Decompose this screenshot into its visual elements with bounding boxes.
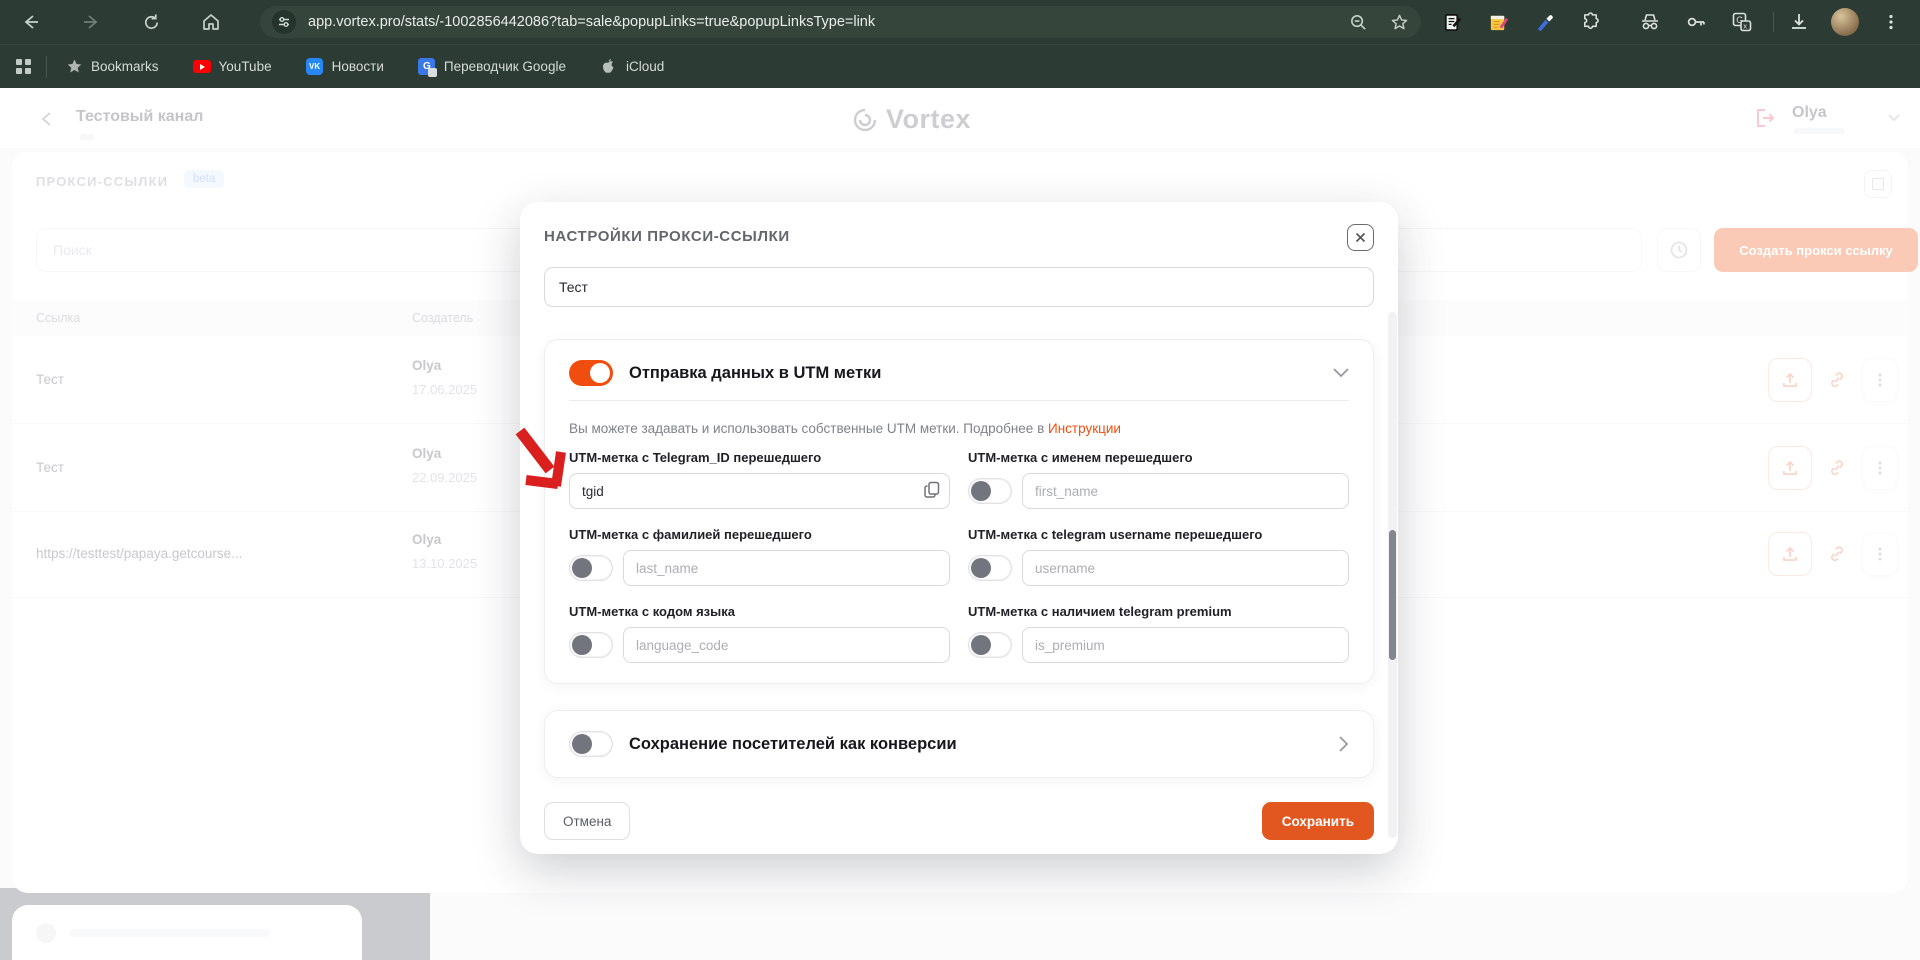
first-name-input[interactable] — [1022, 473, 1349, 509]
field-label: UTM-метка с кодом языка — [569, 604, 950, 619]
utm-field-first-name: UTM-метка с именем перешедшего — [968, 450, 1349, 509]
is-premium-input[interactable] — [1022, 627, 1349, 663]
extension-sticky-note-icon[interactable] — [1483, 7, 1513, 37]
utm-info-text: Вы можете задавать и использовать собств… — [569, 421, 1048, 436]
bookmark-star-icon[interactable] — [1390, 13, 1409, 32]
chevron-right-icon[interactable] — [1339, 736, 1349, 752]
downloads-icon[interactable] — [1784, 7, 1814, 37]
bookmarks-bar: Bookmarks YouTube VK Новости G Переводчи… — [0, 44, 1920, 88]
username-input[interactable] — [1022, 550, 1349, 586]
bookmark-label: Переводчик Google — [444, 59, 566, 74]
star-icon — [65, 58, 83, 76]
modal-scrollbar-thumb[interactable] — [1389, 530, 1396, 660]
utm-field-last-name: UTM-метка с фамилией перешедшего — [569, 527, 950, 586]
link-name-input[interactable] — [544, 267, 1374, 307]
field-label: UTM-метка с наличием telegram premium — [968, 604, 1349, 619]
bookmark-youtube[interactable]: YouTube — [193, 58, 272, 76]
utm-settings-card: Отправка данных в UTM метки Вы можете за… — [544, 339, 1374, 684]
site-settings-icon[interactable] — [272, 10, 296, 34]
utm-section-title: Отправка данных в UTM метки — [629, 364, 1317, 383]
field-label: UTM-метка с Telegram_ID перешедшего — [569, 450, 950, 465]
apps-grid-icon[interactable] — [14, 58, 32, 76]
utm-field-is-premium: UTM-метка с наличием telegram premium — [968, 604, 1349, 663]
username-toggle[interactable] — [968, 555, 1012, 581]
apple-icon — [600, 58, 618, 76]
back-icon[interactable] — [14, 5, 48, 39]
modal-scrollbar[interactable] — [1388, 312, 1397, 838]
bookmark-label: Новости — [332, 59, 384, 74]
is-premium-toggle[interactable] — [968, 632, 1012, 658]
bookmark-google-translate[interactable]: G Переводчик Google — [418, 58, 566, 76]
bookmarks-divider — [46, 56, 47, 78]
utm-field-username: UTM-метка с telegram username перешедшег… — [968, 527, 1349, 586]
save-button[interactable]: Сохранить — [1262, 802, 1374, 840]
chevron-down-icon[interactable] — [1333, 368, 1349, 378]
address-bar[interactable]: app.vortex.pro/stats/-1002856442086?tab=… — [260, 6, 1421, 38]
bookmark-label: iCloud — [626, 59, 664, 74]
reload-icon[interactable] — [134, 5, 168, 39]
url-text[interactable]: app.vortex.pro/stats/-1002856442086?tab=… — [308, 14, 1349, 30]
utm-field-language-code: UTM-метка с кодом языка — [569, 604, 950, 663]
conversion-card[interactable]: Сохранение посетителей как конверсии — [544, 710, 1374, 778]
copy-icon[interactable] — [924, 481, 940, 499]
field-label: UTM-метка с фамилией перешедшего — [569, 527, 950, 542]
conversion-section-title: Сохранение посетителей как конверсии — [629, 735, 1323, 754]
language-code-toggle[interactable] — [569, 632, 613, 658]
bookmark-bookmarks[interactable]: Bookmarks — [65, 58, 159, 76]
bookmark-label: Bookmarks — [91, 59, 159, 74]
browser-toolbar: app.vortex.pro/stats/-1002856442086?tab=… — [0, 0, 1920, 44]
modal-title: НАСТРОЙКИ ПРОКСИ-ССЫЛКИ — [544, 224, 790, 245]
incognito-icon[interactable] — [1635, 7, 1665, 37]
svg-text:x: x — [1743, 22, 1747, 31]
proxy-link-settings-modal: НАСТРОЙКИ ПРОКСИ-ССЫЛКИ Отправка данных … — [520, 202, 1398, 854]
instructions-link[interactable]: Инструкции — [1048, 421, 1121, 436]
password-key-icon[interactable] — [1681, 7, 1711, 37]
extension-notes-icon[interactable] — [1437, 7, 1467, 37]
section-divider — [569, 400, 1349, 401]
google-translate-icon: G — [418, 58, 436, 76]
cancel-button[interactable]: Отмена — [544, 802, 630, 840]
forward-icon[interactable] — [74, 5, 108, 39]
youtube-icon — [193, 58, 211, 76]
zoom-out-icon[interactable] — [1349, 13, 1368, 32]
bookmark-news[interactable]: VK Новости — [306, 58, 384, 76]
home-icon[interactable] — [194, 5, 228, 39]
profile-avatar[interactable] — [1830, 7, 1860, 37]
utm-field-tgid: UTM-метка с Telegram_ID перешедшего — [569, 450, 950, 509]
first-name-toggle[interactable] — [968, 478, 1012, 504]
field-label: UTM-метка с именем перешедшего — [968, 450, 1349, 465]
last-name-input[interactable] — [623, 550, 950, 586]
language-code-input[interactable] — [623, 627, 950, 663]
tgid-input[interactable] — [569, 473, 950, 509]
browser-menu-icon[interactable] — [1876, 7, 1906, 37]
bookmark-label: YouTube — [219, 59, 272, 74]
conversion-toggle[interactable] — [569, 731, 613, 757]
utm-toggle[interactable] — [569, 360, 613, 386]
field-label: UTM-метка с telegram username перешедшег… — [968, 527, 1349, 542]
bookmark-icloud[interactable]: iCloud — [600, 58, 664, 76]
close-button[interactable] — [1347, 224, 1374, 251]
last-name-toggle[interactable] — [569, 555, 613, 581]
extension-eyedropper-icon[interactable] — [1529, 7, 1559, 37]
vk-icon: VK — [306, 58, 324, 76]
annotation-arrow — [512, 428, 578, 498]
toolbar-divider — [1773, 12, 1774, 32]
translate-page-icon[interactable]: Gx — [1727, 7, 1757, 37]
extensions-puzzle-icon[interactable] — [1575, 7, 1605, 37]
